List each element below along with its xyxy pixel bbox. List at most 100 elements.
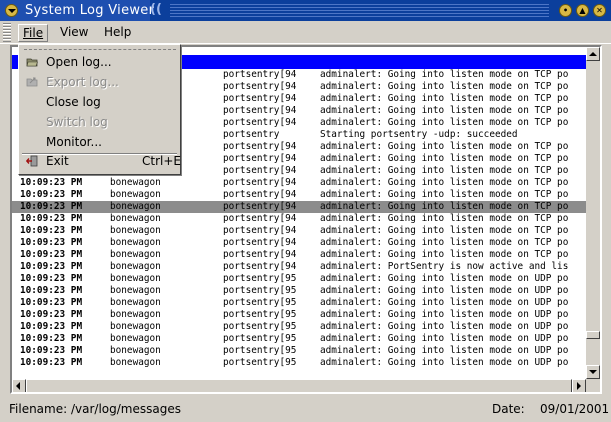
log-row[interactable]: 10:09:23 PM bonewagon portsentry[95 adminal…	[12, 309, 586, 321]
close-icon[interactable]: ✕	[593, 4, 606, 17]
log-message: adminalert: Going into listen mode on TC…	[320, 225, 569, 236]
log-row[interactable]: 10:09:23 PM bonewagon portsentry[94 adminal…	[12, 225, 586, 237]
window-menu-icon[interactable]	[5, 4, 18, 17]
scroll-left-button[interactable]	[12, 379, 26, 392]
log-message: adminalert: Going into listen mode on TC…	[320, 117, 569, 128]
log-process: portsentry[94	[223, 153, 297, 164]
log-host: bonewagon	[110, 273, 161, 284]
log-host: bonewagon	[110, 225, 161, 236]
log-message: adminalert: Going into listen mode on UD…	[320, 273, 569, 284]
log-message: adminalert: Going into listen mode on TC…	[320, 189, 569, 200]
menu-file-label: File	[23, 26, 44, 40]
menu-file[interactable]: File	[18, 24, 49, 42]
menu-view[interactable]: View	[56, 24, 92, 42]
log-row[interactable]: 10:09:23 PM bonewagon portsentry[94 adminal…	[12, 261, 586, 273]
log-row[interactable]: 10:09:23 PM bonewagon portsentry[95 adminal…	[12, 273, 586, 285]
log-message: adminalert: Going into listen mode on TC…	[320, 213, 569, 224]
menu-item-switch-log-label: Switch log	[46, 115, 108, 129]
log-process: portsentry[94	[223, 261, 297, 272]
title-bar: System Log Viewer (( • ▲ ✕	[0, 0, 611, 21]
log-message: adminalert: Going into listen mode on TC…	[320, 165, 569, 176]
minimize-icon[interactable]: •	[559, 4, 572, 17]
title-bar-stripes	[170, 4, 549, 17]
horizontal-scrollbar[interactable]	[12, 379, 586, 392]
log-process: portsentry[94	[223, 93, 297, 104]
log-row[interactable]: 10:09:23 PM bonewagon portsentry[94 adminal…	[12, 201, 586, 213]
open-folder-icon	[26, 58, 38, 67]
log-process: portsentry[94	[223, 237, 297, 248]
log-message: adminalert: Going into listen mode on UD…	[320, 345, 569, 356]
log-row[interactable]: 10:09:23 PM bonewagon portsentry[94 adminal…	[12, 237, 586, 249]
log-process: portsentry[94	[223, 81, 297, 92]
menu-item-close-log[interactable]: Close log	[20, 92, 179, 112]
log-row[interactable]: 10:09:23 PM bonewagon portsentry[95 adminal…	[12, 285, 586, 297]
log-row[interactable]: 10:09:23 PM bonewagon portsentry[95 adminal…	[12, 333, 586, 345]
menu-item-export-log[interactable]: Export log...	[20, 72, 179, 92]
log-row[interactable]: 10:09:23 PM bonewagon portsentry[94 adminal…	[12, 213, 586, 225]
log-host: bonewagon	[110, 201, 161, 212]
menu-item-open-log-label: Open log...	[46, 55, 112, 69]
log-message: adminalert: Going into listen mode on UD…	[320, 309, 569, 320]
status-bar: Filename: /var/log/messages Date: 09/01/…	[0, 397, 611, 422]
scroll-up-button[interactable]	[586, 47, 600, 61]
log-process: portsentry[94	[223, 249, 297, 260]
log-host: bonewagon	[110, 237, 161, 248]
log-time: 10:09:23 PM	[20, 285, 83, 296]
log-message: adminalert: Going into listen mode on UD…	[320, 297, 569, 308]
menu-item-switch-log[interactable]: Switch log	[20, 112, 179, 132]
log-host: bonewagon	[110, 297, 161, 308]
log-host: bonewagon	[110, 309, 161, 320]
log-process: portsentry[95	[223, 309, 297, 320]
menu-bar: File View Help	[0, 21, 611, 44]
log-process: portsentry	[223, 129, 280, 140]
log-row[interactable]: 10:09:23 PM bonewagon portsentry[95 adminal…	[12, 357, 586, 369]
log-time: 10:09:23 PM	[20, 177, 83, 188]
log-host: bonewagon	[110, 285, 161, 296]
window-title: System Log Viewer	[25, 3, 155, 18]
menu-item-export-log-label: Export log...	[46, 75, 119, 89]
log-host: bonewagon	[110, 333, 161, 344]
log-time: 10:09:23 PM	[20, 333, 83, 344]
log-message: adminalert: Going into listen mode on UD…	[320, 333, 569, 344]
log-message: adminalert: Going into listen mode on TC…	[320, 177, 569, 188]
menu-item-open-log[interactable]: Open log...	[20, 52, 179, 72]
log-time: 10:09:23 PM	[20, 261, 83, 272]
scroll-right-button[interactable]	[572, 379, 586, 392]
log-time: 10:09:23 PM	[20, 249, 83, 260]
log-process: portsentry[94	[223, 189, 297, 200]
vertical-scrollbar[interactable]	[586, 47, 600, 379]
log-row[interactable]: 10:09:23 PM bonewagon portsentry[95 adminal…	[12, 345, 586, 357]
log-process: portsentry[94	[223, 177, 297, 188]
log-process: portsentry[95	[223, 333, 297, 344]
menu-help[interactable]: Help	[100, 24, 135, 42]
log-process: portsentry[94	[223, 117, 297, 128]
scroll-down-button[interactable]	[586, 365, 600, 379]
scrollbar-corner	[586, 379, 600, 392]
log-process: portsentry[94	[223, 165, 297, 176]
horizontal-scroll-thumb[interactable]	[26, 379, 572, 392]
log-message: Starting portsentry -udp: succeeded	[320, 129, 518, 140]
menubar-grip-handle[interactable]	[3, 23, 11, 42]
log-process: portsentry[95	[223, 321, 297, 332]
log-host: bonewagon	[110, 345, 161, 356]
log-row[interactable]: 10:09:23 PM bonewagon portsentry[95 adminal…	[12, 321, 586, 333]
log-message: adminalert: Going into listen mode on TC…	[320, 153, 569, 164]
menu-item-monitor[interactable]: Monitor...	[20, 132, 179, 152]
log-message: adminalert: Going into listen mode on UD…	[320, 285, 569, 296]
log-time: 10:09:23 PM	[20, 345, 83, 356]
maximize-icon[interactable]: ▲	[576, 4, 589, 17]
log-row[interactable]: 10:09:23 PM bonewagon portsentry[94 adminal…	[12, 177, 586, 189]
log-row[interactable]: 10:09:23 PM bonewagon portsentry[94 adminal…	[12, 189, 586, 201]
log-process: portsentry[95	[223, 297, 297, 308]
log-message: adminalert: Going into listen mode on TC…	[320, 81, 569, 92]
status-date-label: Date:	[492, 402, 525, 416]
vertical-scroll-thumb[interactable]	[586, 331, 600, 339]
menu-tearoff-line[interactable]	[24, 49, 176, 50]
log-message: adminalert: Going into listen mode on TC…	[320, 201, 569, 212]
log-row[interactable]: 10:09:23 PM bonewagon portsentry[94 adminal…	[12, 249, 586, 261]
log-time: 10:09:23 PM	[20, 273, 83, 284]
menu-item-exit[interactable]: Exit Ctrl+E	[20, 151, 181, 171]
log-message: adminalert: Going into listen mode on TC…	[320, 69, 569, 80]
log-time: 10:09:23 PM	[20, 213, 83, 224]
log-row[interactable]: 10:09:23 PM bonewagon portsentry[95 adminal…	[12, 297, 586, 309]
